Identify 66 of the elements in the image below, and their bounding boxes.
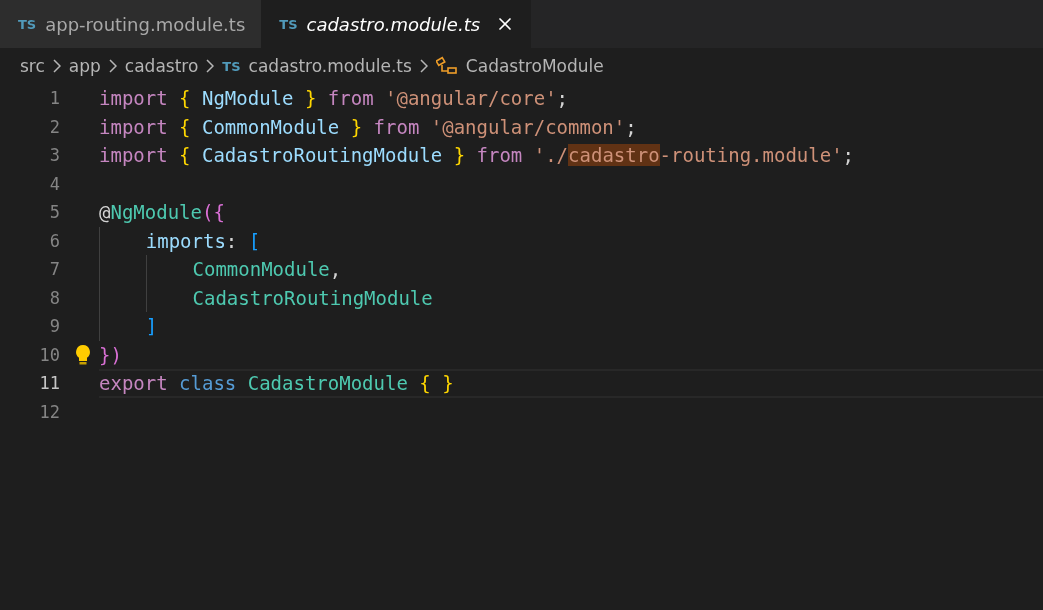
code-token: CadastroModule: [247, 372, 409, 395]
code-token: NgModule: [110, 201, 202, 224]
code-token: CommonModule: [192, 258, 330, 281]
code-token: [: [248, 229, 261, 252]
module-icon: [435, 56, 458, 76]
code-token: import: [99, 87, 169, 110]
code-token: class: [179, 372, 238, 395]
code-token: ,: [329, 258, 342, 281]
breadcrumb-item[interactable]: CadastroModule: [435, 56, 604, 76]
breadcrumb-item[interactable]: src: [20, 56, 45, 76]
line-number: 11: [38, 373, 60, 394]
code-token: ]: [145, 315, 158, 338]
code-token: {: [179, 115, 191, 138]
code-token: {: [179, 144, 191, 167]
code-token: ;: [842, 144, 855, 167]
code-token: @: [99, 201, 111, 224]
code-token: NgModule: [200, 87, 295, 110]
line-number: 9: [48, 316, 60, 337]
code-token: imports: [145, 229, 226, 252]
code-token: }): [99, 343, 122, 366]
breadcrumb-item[interactable]: TS cadastro.module.ts: [222, 56, 412, 76]
code-token: ({: [201, 201, 225, 224]
breadcrumb-item[interactable]: cadastro: [124, 56, 199, 76]
code-token: './: [533, 144, 569, 167]
file-type-label: TS: [18, 16, 37, 32]
chevron-icon: [108, 59, 117, 73]
chevron-icon: [206, 59, 215, 73]
file-type-label: TS: [279, 16, 298, 32]
code-token: {: [179, 87, 191, 110]
code-token: CadastroRoutingModule: [192, 286, 433, 309]
line-number: 8: [48, 287, 60, 308]
line-number: 3: [48, 145, 60, 166]
line-number: 6: [48, 230, 60, 251]
chevron-icon: [419, 59, 428, 73]
code-token: :: [225, 229, 239, 252]
file-type-label: TS: [222, 58, 241, 74]
code-token: CommonModule: [200, 115, 341, 138]
line-number: 7: [48, 259, 60, 280]
code-token: '@angular/common': [430, 115, 626, 138]
line-number: 2: [48, 116, 60, 137]
code-token: import: [99, 144, 169, 167]
line-number: 1: [48, 88, 60, 109]
line-number: 12: [38, 401, 60, 422]
code-token: from: [327, 87, 375, 110]
code-token: import: [99, 115, 169, 138]
line-number: 10: [38, 344, 60, 365]
code-token: }: [453, 144, 467, 167]
code-token: '@angular/core': [385, 87, 557, 110]
code-token: { }: [419, 372, 454, 395]
editor-tab[interactable]: TS app-routing.module.ts: [0, 0, 262, 48]
code-token: from: [373, 115, 421, 138]
lightbulb-icon[interactable]: [74, 343, 92, 366]
code-token: ;: [625, 115, 637, 138]
code-token: }: [350, 115, 364, 138]
code-token: ;: [556, 87, 569, 110]
code-token: from: [476, 144, 524, 167]
code-token: CadastroRoutingModule: [200, 144, 444, 167]
breadcrumb-item[interactable]: app: [68, 56, 101, 76]
line-number: 5: [48, 202, 60, 223]
chevron-icon: [52, 59, 61, 73]
editor-tab[interactable]: TS cadastro.module.ts: [261, 0, 532, 48]
search-highlight: cadastro: [568, 144, 660, 167]
code-token: }: [304, 87, 318, 110]
code-token: export: [99, 372, 169, 395]
code-token: -routing.module': [659, 144, 843, 167]
line-number: 4: [48, 173, 60, 194]
